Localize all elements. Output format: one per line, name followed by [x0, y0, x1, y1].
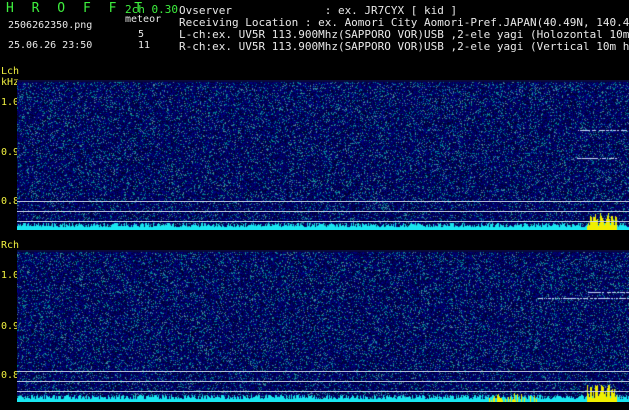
rch-reference-line: [17, 381, 629, 382]
rch-reference-line: [17, 391, 629, 392]
lch-info-line: L-ch:ex. UV5R 113.900Mhz(SAPPORO VOR)USB…: [179, 28, 629, 41]
meteor-count-r: 11: [138, 40, 151, 51]
lch-channel-label: Lch: [1, 66, 20, 77]
lch-spectrogram: [17, 80, 629, 230]
observer-line: Ovserver : ex. JR7CYX [ kid ]: [179, 4, 458, 17]
rch-info-line: R-ch:ex. UV5R 113.900Mhz(SAPPORO VOR)USB…: [179, 40, 629, 53]
datetime-label: 25.06.26 23:50: [8, 40, 93, 51]
rch-reference-line: [17, 371, 629, 372]
filename-label: 2506262350.png: [8, 20, 93, 31]
meteor-label: meteor: [125, 14, 162, 25]
hroft-window: { "header": { "app_title": "H R O F F T"…: [0, 0, 629, 410]
lch-reference-line: [17, 221, 629, 222]
rch-spectrogram: [17, 250, 629, 402]
lch-reference-line: [17, 201, 629, 202]
lch-reference-line: [17, 211, 629, 212]
meteor-count-l: 5: [138, 29, 145, 40]
location-line: Receiving Location : ex. Aomori City Aom…: [179, 16, 629, 29]
